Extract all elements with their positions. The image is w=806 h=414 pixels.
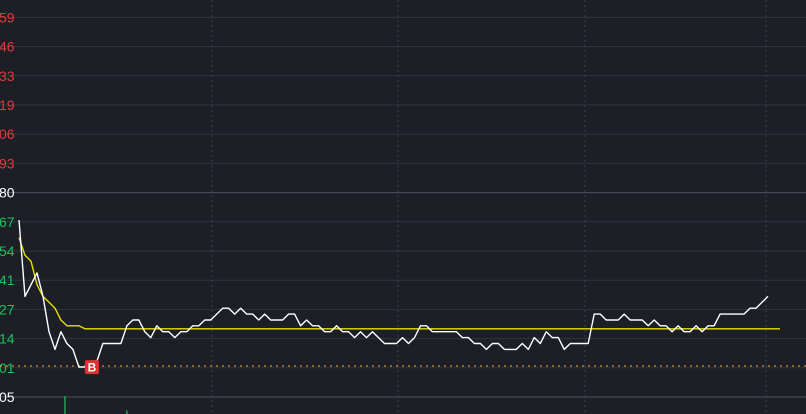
y-axis-labels: 594633190693806754412714010532 — [0, 9, 15, 405]
buy-marker[interactable]: B — [84, 360, 99, 375]
volume-layer — [64, 396, 128, 414]
y-tick-label: 33 — [0, 68, 15, 84]
y-tick-label: 14 — [0, 331, 15, 347]
y-tick-label: 27 — [0, 301, 15, 317]
grid-layer — [0, 0, 806, 414]
y-tick-label: 54 — [0, 243, 15, 259]
y-tick-label: 67 — [0, 214, 15, 230]
buy-marker-label: B — [88, 361, 97, 375]
price-line[interactable] — [18, 219, 769, 368]
y-tick-label: 41 — [0, 272, 15, 288]
y-tick-label: 05 — [0, 389, 15, 405]
y-tick-label: 80 — [0, 185, 15, 201]
y-tick-label: 06 — [0, 126, 15, 142]
y-tick-label: 19 — [0, 97, 15, 113]
y-tick-label: 01 — [0, 360, 15, 376]
intraday-price-chart[interactable]: 594633190693806754412714010532 B — [0, 0, 806, 414]
y-tick-label: 93 — [0, 155, 15, 171]
y-tick-label: 59 — [0, 9, 15, 25]
series-layer[interactable] — [18, 219, 780, 368]
y-tick-label: 46 — [0, 39, 15, 55]
marker-layer[interactable]: B — [84, 360, 99, 375]
